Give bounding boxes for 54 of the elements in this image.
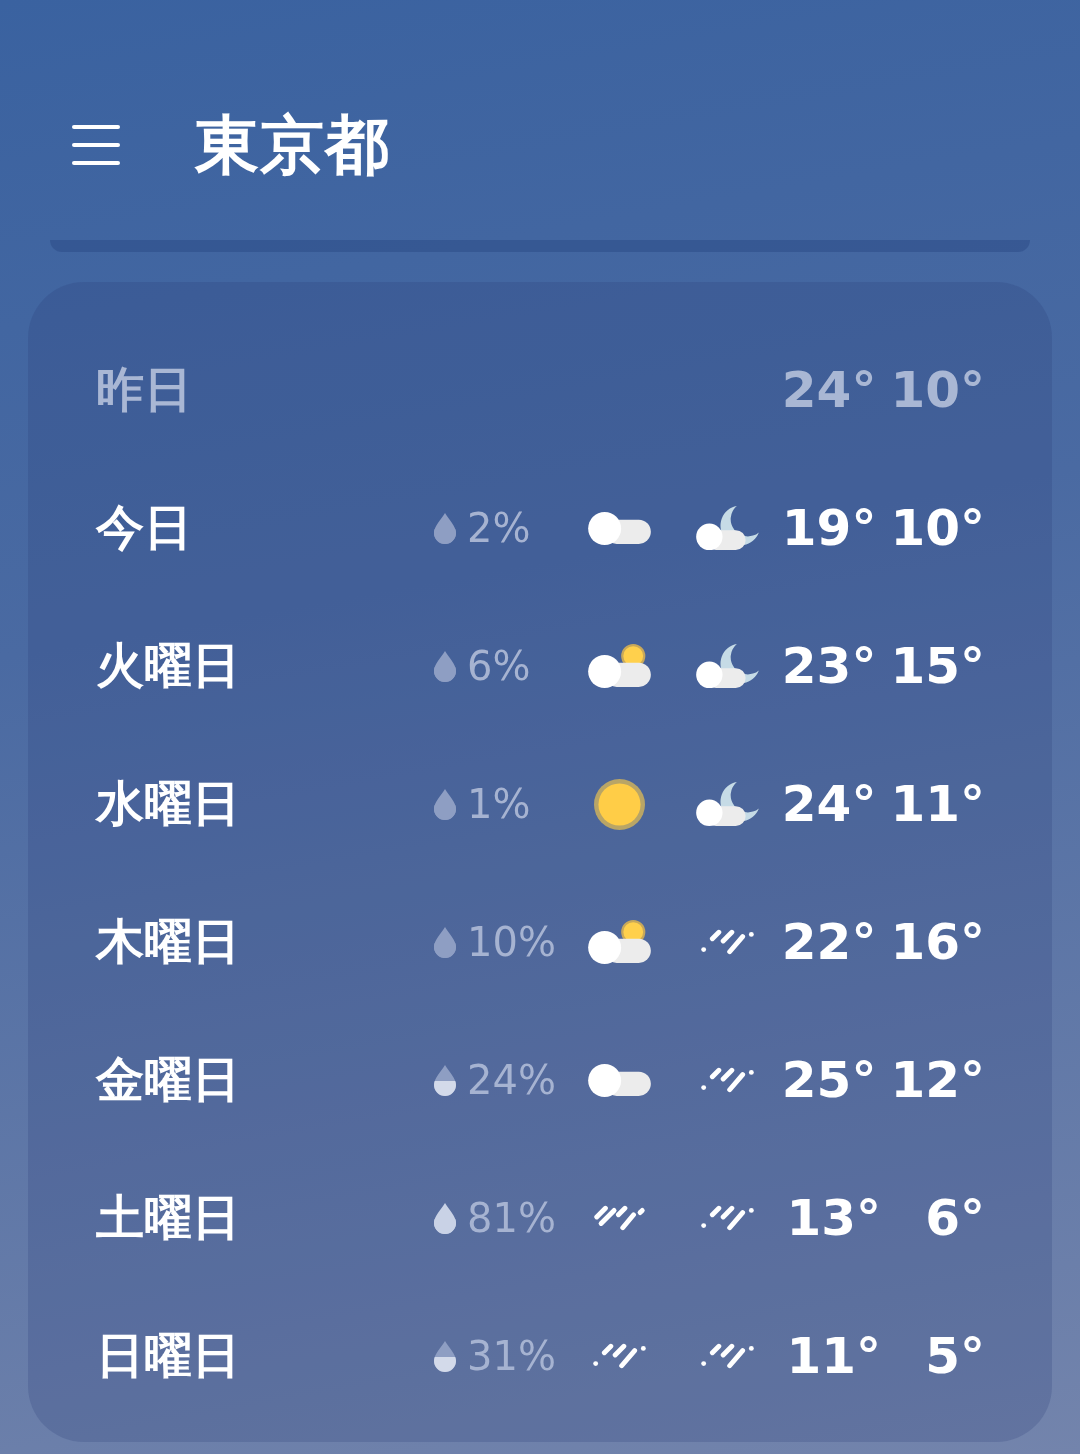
high-temp: 11° xyxy=(786,1327,881,1385)
day-label: 日曜日 xyxy=(96,1326,241,1385)
rain-icon xyxy=(699,1067,755,1093)
drop-icon xyxy=(433,1202,457,1234)
precip-text: 31% xyxy=(467,1333,556,1379)
drop-icon xyxy=(433,926,457,958)
low-temp: 6° xyxy=(924,1189,985,1247)
high-temp: 13° xyxy=(786,1189,881,1247)
moon-cloud-icon xyxy=(695,782,759,826)
rain-icon xyxy=(699,1205,755,1231)
day-label: 金曜日 xyxy=(96,1050,241,1109)
low-temp: 11° xyxy=(890,775,985,833)
drop-icon xyxy=(433,788,457,820)
low-temp: 10° xyxy=(890,499,985,557)
day-label: 木曜日 xyxy=(96,912,241,971)
drop-icon xyxy=(433,650,457,682)
drop-icon xyxy=(433,1064,457,1096)
low-temp: 15° xyxy=(890,637,985,695)
high-temp: 22° xyxy=(781,913,877,971)
moon-cloud-icon xyxy=(695,506,759,550)
low-temp: 12° xyxy=(890,1051,985,1109)
drop-icon xyxy=(433,512,457,544)
low-temp: 16° xyxy=(890,913,985,971)
high-temp: 24° xyxy=(781,775,877,833)
day-label: 火曜日 xyxy=(96,636,241,695)
moon-cloud-icon xyxy=(695,644,759,688)
sun-cloud-icon xyxy=(587,644,651,688)
sun-icon xyxy=(593,778,645,830)
precip-text: 24% xyxy=(467,1057,556,1103)
day-label: 昨日 xyxy=(96,360,193,419)
rain-icon xyxy=(592,1205,646,1231)
rain-icon xyxy=(591,1343,647,1369)
sun-cloud-icon xyxy=(587,920,651,964)
rain-icon xyxy=(699,1343,755,1369)
high-temp: 23° xyxy=(781,637,877,695)
city-title: 東京都 xyxy=(195,106,390,184)
precip-text: 81% xyxy=(467,1195,556,1241)
day-label: 今日 xyxy=(96,498,193,557)
drop-icon xyxy=(433,1340,457,1372)
low-temp: 5° xyxy=(924,1327,985,1385)
rain-icon xyxy=(699,929,755,955)
high-temp: 24° xyxy=(781,361,877,419)
precip-text: 1% xyxy=(467,781,531,827)
low-temp: 10° xyxy=(890,361,985,419)
menu-icon[interactable] xyxy=(72,123,120,167)
high-temp: 25° xyxy=(781,1051,877,1109)
precip-text: 6% xyxy=(467,643,531,689)
day-label: 土曜日 xyxy=(96,1188,241,1247)
precip-text: 10% xyxy=(467,919,556,965)
precip-text: 2% xyxy=(467,505,531,551)
cloud-icon xyxy=(587,511,651,545)
high-temp: 19° xyxy=(781,499,877,557)
cloud-icon xyxy=(587,1063,651,1097)
day-label: 水曜日 xyxy=(96,774,241,833)
